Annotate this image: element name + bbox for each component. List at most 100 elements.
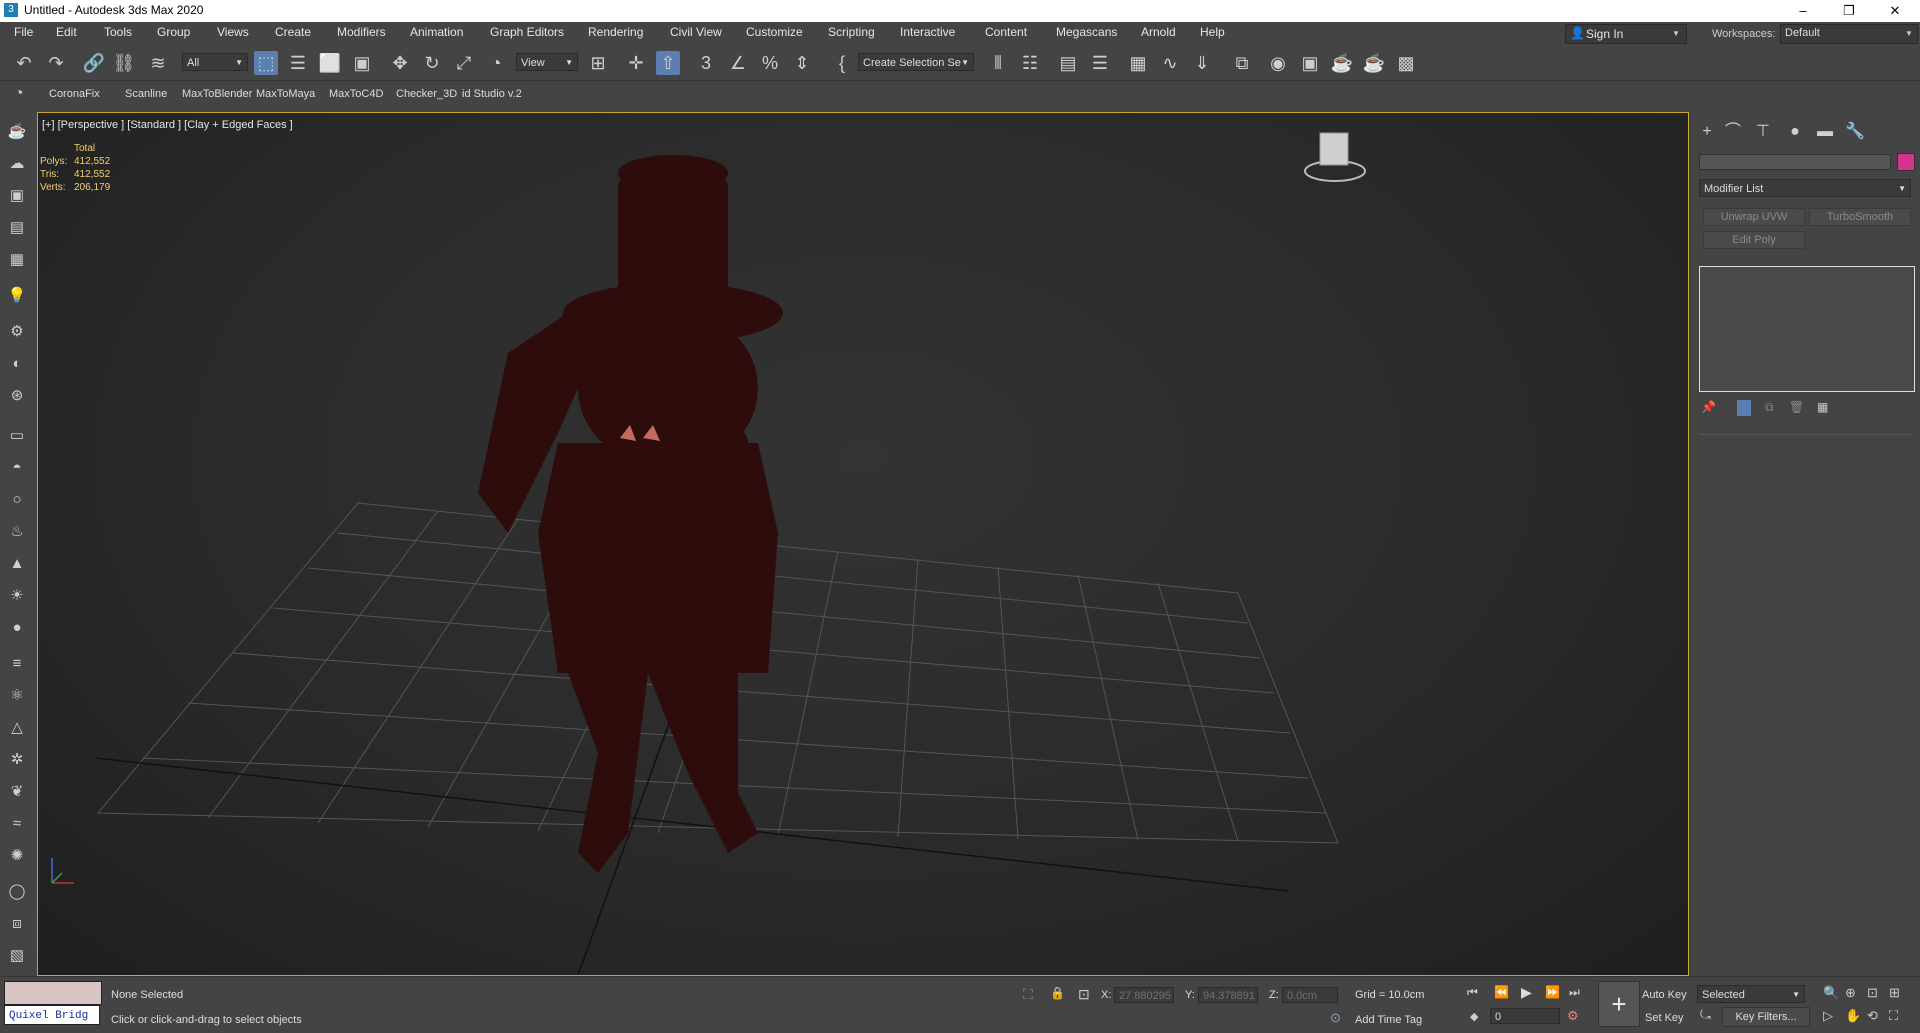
workspace-dropdown[interactable]: Default ▼ (1780, 24, 1918, 44)
bulb-icon[interactable]: 💡 (5, 284, 29, 308)
sphere-icon[interactable]: ○ (5, 488, 29, 512)
modifier-list-dropdown[interactable]: Modifier List ▼ (1699, 179, 1911, 197)
table-icon[interactable]: ▦ (5, 248, 29, 272)
tools-icon[interactable]: ⚙ (5, 320, 29, 344)
hair-icon[interactable]: ≈ (5, 812, 29, 836)
rotate-icon[interactable]: ↻ (420, 51, 444, 75)
zoom-all-icon[interactable]: ⊕ (1845, 985, 1856, 1001)
utilities-tab-icon[interactable]: 🔧 (1843, 120, 1867, 144)
bowl-icon[interactable]: ♨ (5, 520, 29, 544)
unlink-icon[interactable]: ⛓ (112, 51, 136, 75)
key-tangent-icon[interactable]: ⤿ (1700, 1007, 1711, 1023)
fur-icon[interactable]: ✺ (5, 844, 29, 868)
menu-graph-editors[interactable]: Graph Editors (490, 25, 564, 39)
named-selection-set-dropdown[interactable]: Create Selection Se ▼ (858, 53, 974, 71)
menu-interactive[interactable]: Interactive (900, 25, 955, 39)
object-name-field[interactable] (1699, 154, 1891, 170)
camera-icon[interactable]: ⊛ (5, 384, 29, 408)
view-cube[interactable] (1304, 132, 1366, 182)
menu-tools[interactable]: Tools (104, 25, 132, 39)
hemisphere-icon[interactable]: ◓ (5, 456, 29, 480)
maximize-viewport-icon[interactable]: ⛶ (1889, 1008, 1898, 1024)
layer-explorer-icon[interactable]: ☰ (1088, 51, 1112, 75)
plugin-id-studio[interactable]: id Studio v.2 (462, 88, 522, 100)
spinner-snap-icon[interactable]: ⇕ (790, 51, 814, 75)
orbit-icon[interactable]: ⟲ (1867, 1008, 1878, 1024)
mirror-icon[interactable]: ⫴ (986, 51, 1010, 75)
menu-customize[interactable]: Customize (746, 25, 803, 39)
selection-filter-dropdown[interactable]: All ▼ (182, 53, 248, 71)
time-config-icon[interactable]: ⚙ (1567, 1008, 1579, 1024)
plugin-scanline[interactable]: Scanline (125, 88, 167, 100)
corona-icon[interactable]: ◔ (14, 85, 24, 103)
sphere-gold-icon[interactable]: ● (5, 616, 29, 640)
menu-content[interactable]: Content (985, 25, 1027, 39)
document-icon[interactable]: ▤ (5, 216, 29, 240)
menu-group[interactable]: Group (157, 25, 190, 39)
x-coordinate-field[interactable]: 27.880295 (1114, 987, 1174, 1003)
toggle-ribbon-icon[interactable]: ▦ (1126, 51, 1150, 75)
menu-animation[interactable]: Animation (410, 25, 463, 39)
quixel-bridge-field[interactable]: Quixel Bridg (4, 1005, 100, 1025)
teapot-icon[interactable]: ☕ (5, 120, 29, 144)
cone-icon[interactable]: ▲ (5, 552, 29, 576)
auto-key-button[interactable]: Auto Key (1642, 989, 1687, 1001)
gear-icon[interactable]: ✲ (5, 748, 29, 772)
hierarchy-tab-icon[interactable]: ⊤ (1751, 120, 1775, 144)
unwrap-uvw-button[interactable]: Unwrap UVW (1703, 208, 1805, 226)
render-icon[interactable]: ▣ (5, 184, 29, 208)
sound-icon[interactable]: ◐ (5, 352, 29, 376)
place-icon[interactable]: ◔ (484, 51, 508, 75)
plane-icon[interactable]: ▭ (5, 424, 29, 448)
minimize-button[interactable]: – (1780, 0, 1826, 22)
scale-icon[interactable]: ⤢ (452, 51, 476, 75)
menu-create[interactable]: Create (275, 25, 311, 39)
modify-tab-icon[interactable]: ⌒ (1721, 120, 1745, 144)
next-frame-icon[interactable]: ⏩ (1545, 985, 1560, 999)
go-to-start-icon[interactable]: ⏮ (1467, 985, 1478, 1000)
menu-file[interactable]: File (14, 25, 33, 39)
set-key-large-button[interactable]: + (1598, 981, 1640, 1027)
undo-icon[interactable]: ↶ (12, 51, 36, 75)
isolate-icon[interactable]: ⛶ (1023, 986, 1033, 1003)
rect-selection-icon[interactable]: ⬜ (318, 51, 342, 75)
rendered-frame-window-icon[interactable]: ☕ (1330, 51, 1354, 75)
perspective-viewport[interactable]: [+] [Perspective ] [Standard ] [Clay + E… (37, 112, 1689, 976)
set-key-button[interactable]: Set Key (1645, 1012, 1684, 1024)
bridge-icon[interactable]: ⧈ (5, 912, 29, 936)
turbosmooth-button[interactable]: TurboSmooth (1809, 208, 1911, 226)
stairs-icon[interactable]: ≡ (5, 652, 29, 676)
key-filters-button[interactable]: Key Filters... (1722, 1007, 1810, 1027)
modifier-stack[interactable] (1699, 266, 1915, 392)
redo-icon[interactable]: ↷ (44, 51, 68, 75)
plugin-maxtoblender[interactable]: MaxToBlender (182, 88, 252, 100)
select-by-name-icon[interactable]: ☰ (286, 51, 310, 75)
menu-edit[interactable]: Edit (56, 25, 77, 39)
globe-icon[interactable]: ◯ (5, 880, 29, 904)
menu-megascans[interactable]: Megascans (1056, 25, 1117, 39)
render-in-cloud-icon[interactable]: ▩ (1394, 51, 1418, 75)
pivot-center-icon[interactable]: ⊞ (586, 51, 610, 75)
keyboard-shortcut-override-icon[interactable]: ⇧ (656, 51, 680, 75)
pin-stack-icon[interactable]: 📌 (1701, 400, 1716, 414)
window-crossing-icon[interactable]: ▣ (350, 51, 374, 75)
map-icon[interactable]: ▧ (5, 944, 29, 968)
scene-explorer-icon[interactable]: ▤ (1056, 51, 1080, 75)
menu-arnold[interactable]: Arnold (1141, 25, 1176, 39)
plugin-maxtomaya[interactable]: MaxToMaya (256, 88, 315, 100)
go-to-end-icon[interactable]: ⏭ (1569, 985, 1580, 1000)
plugin-maxtoc4d[interactable]: MaxToC4D (329, 88, 383, 100)
zoom-extents-icon[interactable]: ⊡ (1867, 985, 1878, 1001)
absolute-mode-icon[interactable]: ⊡ (1078, 986, 1090, 1003)
menu-modifiers[interactable]: Modifiers (337, 25, 386, 39)
zoom-icon[interactable]: 🔍 (1823, 985, 1839, 1001)
object-color-swatch[interactable] (1897, 153, 1915, 171)
render-setup-icon[interactable]: ▣ (1298, 51, 1322, 75)
y-coordinate-field[interactable]: 94.378891 (1198, 987, 1258, 1003)
lock-icon[interactable]: 🔒 (1050, 986, 1065, 1000)
pan-icon[interactable]: ✋ (1845, 1008, 1861, 1024)
field-of-view-icon[interactable]: ▷ (1823, 1008, 1833, 1024)
key-filter-selected-dropdown[interactable]: Selected ▼ (1697, 985, 1805, 1003)
menu-scripting[interactable]: Scripting (828, 25, 875, 39)
cloud-icon[interactable]: ☁ (5, 152, 29, 176)
